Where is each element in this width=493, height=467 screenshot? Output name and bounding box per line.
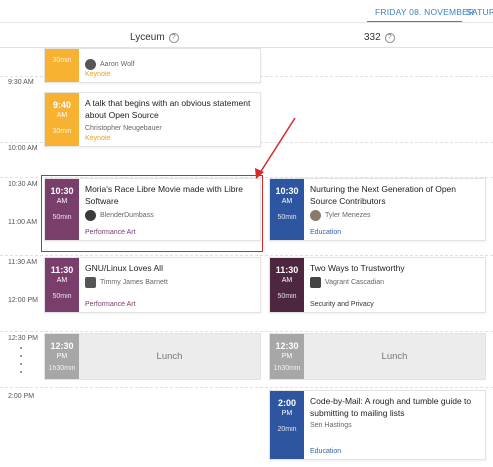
talk-title[interactable]: A talk that begins with an obvious state… (85, 97, 254, 121)
annotation-highlight-box (41, 175, 263, 252)
talk-duration: 50min (277, 293, 297, 300)
talk-card-code-by-mail[interactable]: 2:00 PM 20min Code-by-Mail: A rough and … (269, 390, 486, 460)
tabs-divider (0, 22, 493, 23)
talk-ampm: AM (56, 112, 68, 119)
talk-speaker: Aaron Wolf (85, 59, 254, 70)
talk-track: Education (310, 448, 342, 455)
talk-speaker: Christopher Neugebauer (85, 125, 254, 132)
time-tick: 12:00 PM (8, 297, 38, 304)
time-tick: 11:30 AM (8, 259, 38, 266)
time-gap-dots (20, 347, 22, 379)
talk-start-time: 9:40 (52, 100, 71, 110)
talk-duration: 20min (277, 426, 297, 433)
speaker-avatar (310, 210, 321, 221)
talk-track: Education (310, 229, 342, 236)
day-tabs: FRIDAY 08. NOVEMBER SATURD (0, 0, 493, 26)
talk-title[interactable]: Nurturing the Next Generation of Open So… (310, 183, 479, 207)
talk-time-stripe: 10:30 AM 50min (270, 179, 304, 240)
talk-track: Keynote (85, 135, 111, 142)
talk-start-time: 2:00 (277, 398, 296, 408)
room-header-lyceum: Lyceum ? (130, 32, 179, 43)
grid-line (0, 255, 493, 256)
talk-speaker: Vagrant Cascadian (310, 277, 479, 288)
room-header-332: 332 ? (364, 32, 395, 43)
lunch-block-332[interactable]: 12:30 PM 1h30min Lunch (269, 333, 486, 380)
talk-card-nurturing[interactable]: 10:30 AM 50min Nurturing the Next Genera… (269, 178, 486, 241)
speaker-avatar (85, 59, 96, 70)
grid-line (0, 387, 493, 388)
talk-start-time: 11:30 (275, 265, 299, 275)
talk-track: Security and Privacy (310, 301, 374, 308)
time-tick: 9:30 AM (8, 79, 34, 86)
lunch-duration: 1h30min (48, 365, 76, 372)
talk-duration: 30min (52, 128, 72, 135)
talk-time-stripe: 9:40 AM 30min (45, 93, 79, 146)
talk-speaker: Timmy James Barnett (85, 277, 254, 288)
talk-track: Performance Art (85, 301, 136, 308)
tab-saturday[interactable]: SATURD (466, 7, 493, 17)
lunch-duration: 1h30min (273, 365, 301, 372)
talk-title[interactable]: GNU/Linux Loves All (85, 262, 254, 274)
speaker-name: Vagrant Cascadian (325, 279, 385, 286)
talk-card-keynote-previous[interactable]: 30min Aaron Wolf Keynote (44, 48, 261, 83)
talk-ampm: PM (281, 410, 293, 417)
speaker-avatar (85, 277, 96, 288)
lunch-time-stripe: 12:30 PM 1h30min (270, 334, 304, 379)
talk-title[interactable]: Code-by-Mail: A rough and tumble guide t… (310, 395, 479, 419)
talk-duration: 30min (52, 57, 72, 64)
talk-card-trustworthy[interactable]: 11:30 AM 50min Two Ways to Trustworthy V… (269, 257, 486, 313)
time-tick: 10:30 AM (8, 181, 38, 188)
lunch-start-time: 12:30 (275, 341, 299, 351)
talk-duration: 50min (277, 214, 297, 221)
talk-time-stripe: 2:00 PM 20min (270, 391, 304, 459)
lunch-time-stripe: 12:30 PM 1h30min (45, 334, 79, 379)
help-circle-icon[interactable]: ? (384, 32, 395, 43)
time-tick: 10:00 AM (8, 145, 38, 152)
lunch-ampm: PM (281, 353, 293, 360)
speaker-name: Aaron Wolf (100, 61, 135, 68)
grid-line (0, 331, 493, 332)
room-name: Lyceum (130, 32, 165, 43)
talk-start-time: 11:30 (50, 265, 74, 275)
talk-speaker: Tyler Menezes (310, 210, 479, 221)
talk-duration: 50min (52, 293, 72, 300)
speaker-name: Sen Hastings (310, 422, 352, 429)
talk-title[interactable]: Two Ways to Trustworthy (310, 262, 479, 274)
time-tick: 12:30 PM (8, 335, 38, 342)
lunch-ampm: PM (56, 353, 68, 360)
tab-friday[interactable]: FRIDAY 08. NOVEMBER (375, 7, 474, 17)
speaker-name: Timmy James Barnett (100, 279, 168, 286)
room-name: 332 (364, 32, 381, 43)
talk-ampm: AM (281, 277, 293, 284)
lunch-block-lyceum[interactable]: 12:30 PM 1h30min Lunch (44, 333, 261, 380)
talk-speaker: Sen Hastings (310, 422, 479, 429)
talk-card-obvious-statement[interactable]: 9:40 AM 30min A talk that begins with an… (44, 92, 261, 147)
lunch-start-time: 12:30 (50, 341, 74, 351)
speaker-name: Christopher Neugebauer (85, 125, 162, 132)
talk-start-time: 10:30 (275, 186, 299, 196)
time-tick: 2:00 PM (8, 393, 35, 400)
talk-ampm: AM (56, 277, 68, 284)
talk-ampm: AM (281, 198, 293, 205)
talk-time-stripe: 11:30 AM 50min (270, 258, 304, 312)
help-circle-icon[interactable]: ? (168, 32, 179, 43)
time-tick: 11:00 AM (8, 219, 38, 226)
lunch-label: Lunch (381, 351, 408, 362)
talk-time-stripe: 30min (45, 49, 79, 82)
talk-card-gnu-linux[interactable]: 11:30 AM 50min GNU/Linux Loves All Timmy… (44, 257, 261, 313)
lunch-label: Lunch (156, 351, 183, 362)
speaker-name: Tyler Menezes (325, 212, 371, 219)
talk-time-stripe: 11:30 AM 50min (45, 258, 79, 312)
speaker-avatar (310, 277, 321, 288)
talk-track: Keynote (85, 71, 111, 78)
